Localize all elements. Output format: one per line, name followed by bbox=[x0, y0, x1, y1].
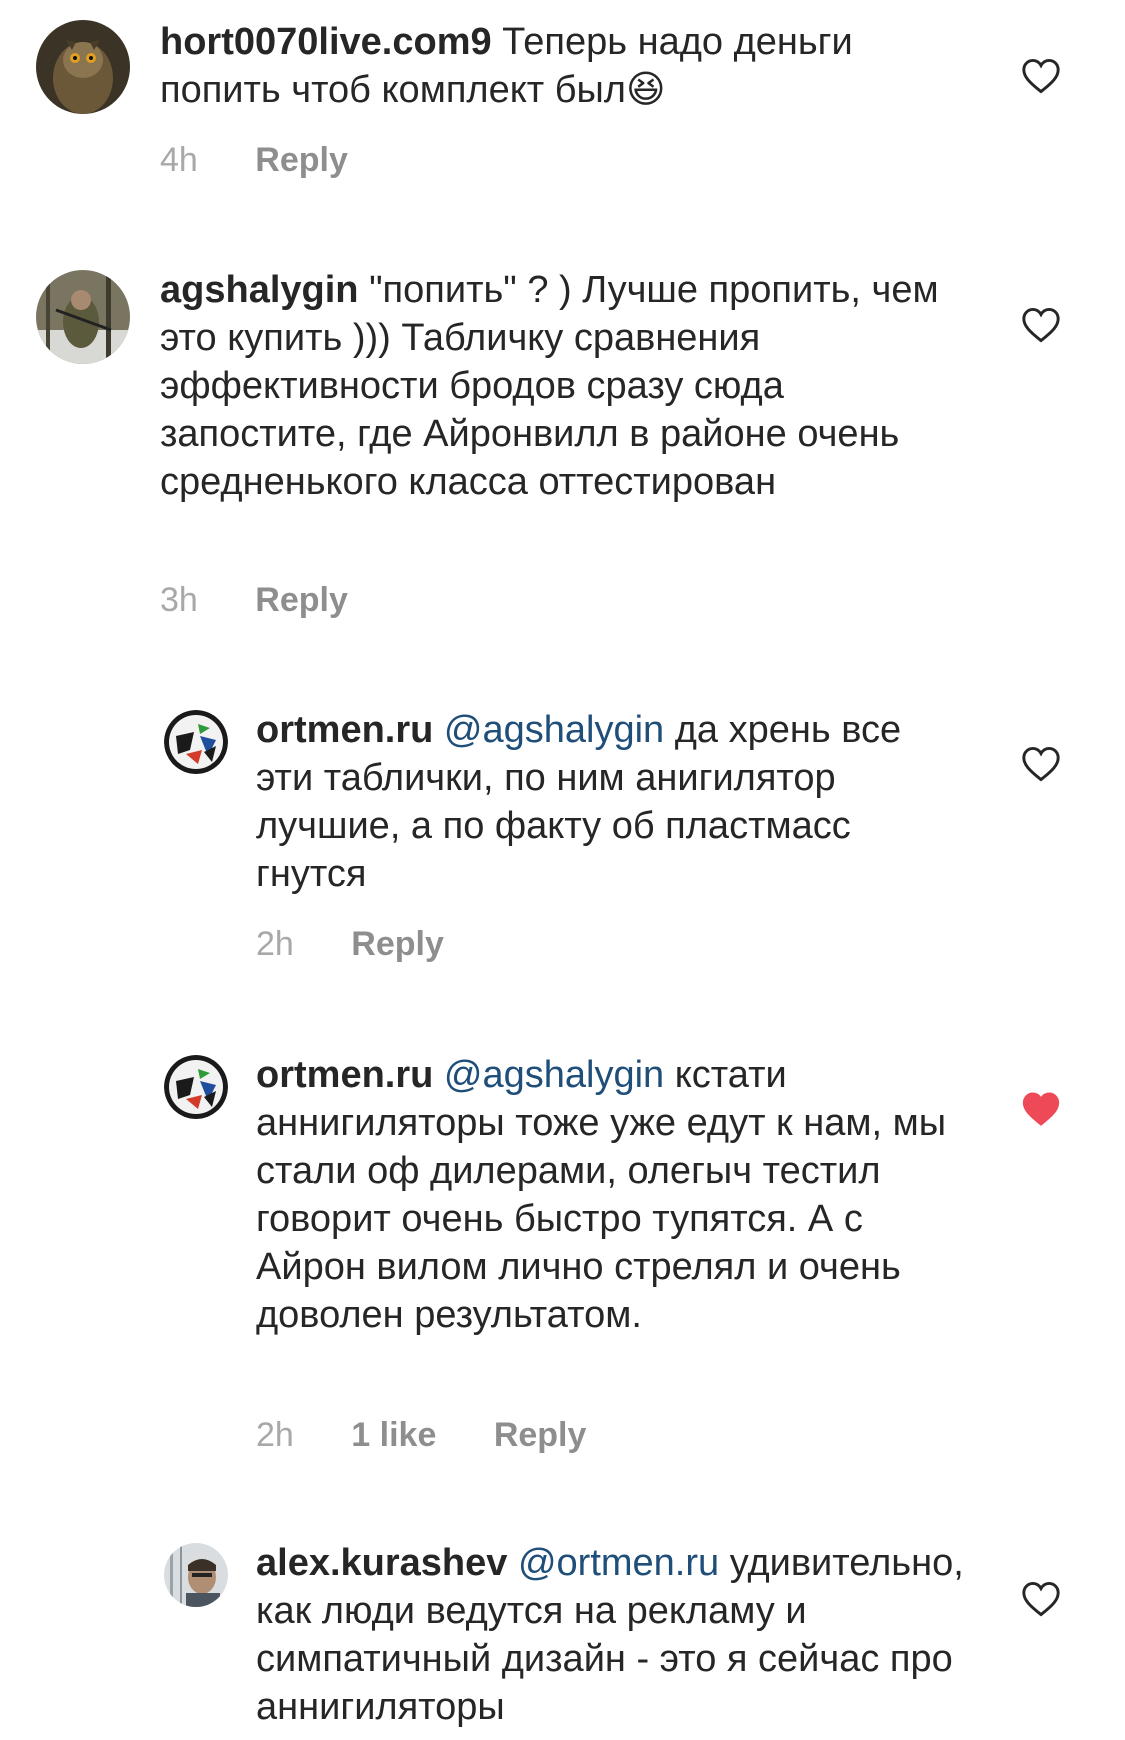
heart-outline-icon[interactable] bbox=[1021, 746, 1061, 782]
heart-outline-icon[interactable] bbox=[1021, 1581, 1061, 1617]
comment-reply: alex.kurashev @ortmen.ru удивительно, ка… bbox=[0, 1523, 1125, 1740]
heart-filled-icon[interactable] bbox=[1021, 1091, 1061, 1127]
comment-reply: ortmen.ru @agshalygin да хрень все эти т… bbox=[0, 690, 1125, 990]
heart-outline-icon[interactable] bbox=[1021, 307, 1061, 343]
reply-button[interactable]: Reply bbox=[494, 1415, 587, 1455]
mention-link[interactable]: @agshalygin bbox=[444, 1054, 664, 1096]
reply-button[interactable]: Reply bbox=[351, 924, 444, 964]
avatar[interactable] bbox=[164, 710, 228, 774]
comment-item: agshalygin "попить" ? ) Лучше пропить, ч… bbox=[0, 250, 1125, 650]
heart-outline-icon[interactable] bbox=[1021, 58, 1061, 94]
comment-reply: ortmen.ru @agshalygin кстати аннигилятор… bbox=[0, 1035, 1125, 1475]
reply-button[interactable]: Reply bbox=[255, 580, 348, 620]
avatar[interactable] bbox=[164, 1543, 228, 1607]
comment-text: ortmen.ru @agshalygin да хрень все эти т… bbox=[256, 706, 966, 898]
comment-item: hort0070live.com9 Теперь надо деньги поп… bbox=[0, 0, 1125, 210]
comment-meta: 2h Reply bbox=[256, 924, 444, 964]
comment-username[interactable]: ortmen.ru bbox=[256, 709, 433, 751]
comment-meta: 3h Reply bbox=[160, 580, 348, 620]
comment-time: 2h bbox=[256, 925, 294, 963]
comment-time: 2h bbox=[256, 1416, 294, 1454]
avatar[interactable] bbox=[164, 1055, 228, 1119]
reply-button[interactable]: Reply bbox=[255, 140, 348, 180]
comment-body: кстати аннигиляторы тоже уже едут к нам,… bbox=[256, 1054, 947, 1336]
comment-text: hort0070live.com9 Теперь надо деньги поп… bbox=[160, 18, 920, 114]
avatar[interactable] bbox=[36, 20, 130, 114]
mention-link[interactable]: @ortmen.ru bbox=[518, 1542, 719, 1584]
laughing-emoji-icon: 😆 bbox=[625, 69, 666, 111]
comment-meta: 4h Reply bbox=[160, 140, 348, 180]
comment-meta: 2h 1 like Reply bbox=[256, 1415, 586, 1455]
likes-count[interactable]: 1 like bbox=[351, 1415, 436, 1455]
comment-username[interactable]: agshalygin bbox=[160, 269, 359, 311]
comment-text: ortmen.ru @agshalygin кстати аннигилятор… bbox=[256, 1051, 966, 1339]
comment-username[interactable]: alex.kurashev bbox=[256, 1542, 507, 1584]
comment-time: 3h bbox=[160, 581, 198, 619]
comment-text: alex.kurashev @ortmen.ru удивительно, ка… bbox=[256, 1539, 976, 1731]
comment-username[interactable]: ortmen.ru bbox=[256, 1054, 433, 1096]
comment-text: agshalygin "попить" ? ) Лучше пропить, ч… bbox=[160, 266, 960, 506]
mention-link[interactable]: @agshalygin bbox=[444, 709, 664, 751]
comment-time: 4h bbox=[160, 141, 198, 179]
comment-username[interactable]: hort0070live.com9 bbox=[160, 21, 492, 63]
avatar[interactable] bbox=[36, 270, 130, 364]
